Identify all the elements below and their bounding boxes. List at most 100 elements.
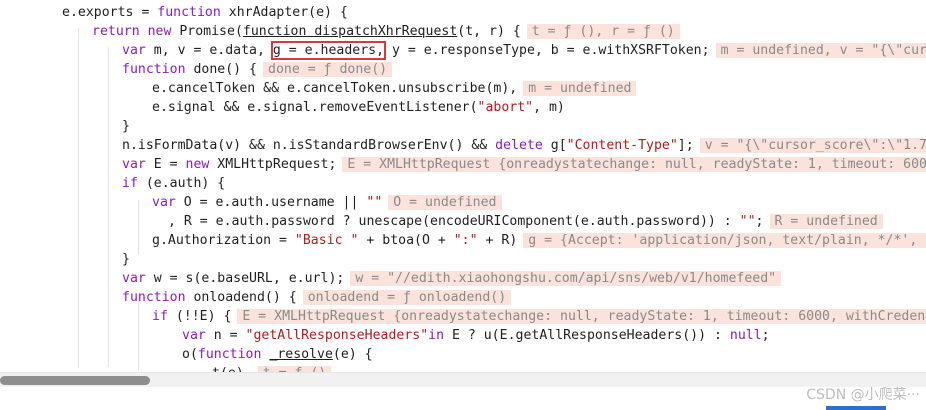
keyword-token: in	[428, 328, 445, 343]
keyword-token: function	[122, 62, 186, 77]
code-token: , m)	[533, 100, 565, 115]
code-token: (t, r) {	[457, 24, 521, 39]
code-line: t(e),t = ƒ ()	[212, 364, 332, 372]
keyword-token: new	[185, 157, 210, 172]
inline-value-annotation[interactable]: m = undefined, v = "{\"cursor_sc	[715, 43, 926, 58]
code-line: g.Authorization = "Basic " + btoa(O + ":…	[152, 231, 926, 250]
code-token: function dispatchXhrRequest	[242, 24, 458, 39]
highlighted-headers-token: g = e.headers,	[270, 41, 387, 60]
string-token: "abort"	[477, 100, 534, 115]
string-token: ""	[739, 214, 756, 229]
code-line: , R = e.auth.password ? unescape(encodeU…	[168, 212, 883, 231]
code-line: var m, v = e.data, g = e.headers, y = e.…	[122, 41, 926, 60]
inline-value-annotation[interactable]: R = undefined	[769, 214, 883, 229]
code-token: e.signal && e.signal.removeEventListener…	[152, 100, 478, 115]
code-token: o(	[182, 347, 198, 362]
keyword-token: var	[122, 271, 146, 286]
code-token: y = e.responseType, b = e.withXSRFToken;	[384, 43, 710, 58]
code-line: }	[122, 250, 130, 269]
keyword-token: function	[157, 5, 221, 20]
code-token: ;	[761, 328, 770, 343]
keyword-token: function	[197, 347, 262, 362]
code-line: e.signal && e.signal.removeEventListener…	[152, 98, 565, 117]
inline-value-annotation[interactable]: E = XMLHttpRequest {onreadystatechange: …	[237, 309, 926, 324]
code-line: function done() { done = ƒ done()	[122, 60, 393, 79]
keyword-token: null	[729, 328, 762, 343]
code-token: n.isFormData(v) && n.isStandardBrowserEn…	[122, 138, 496, 153]
code-line: e.exports = function xhrAdapter(e) {	[62, 3, 348, 22]
code-line: var w = s(e.baseURL, e.url); w = "//edith…	[122, 269, 782, 288]
string-token: ":"	[453, 233, 478, 248]
string-token: "Basic "	[294, 233, 359, 248]
inline-value-annotation[interactable]: m = undefined	[523, 81, 637, 96]
keyword-token: var	[122, 43, 146, 58]
keyword-token: var	[122, 157, 146, 172]
inline-value-annotation[interactable]: onloadend = ƒ onloadend()	[302, 290, 512, 305]
code-token: E ? u(E.getAllResponseHeaders()) :	[444, 328, 730, 343]
code-token: }	[122, 252, 130, 267]
inline-value-annotation[interactable]: done = ƒ done()	[263, 62, 393, 77]
code-line: if (!!E) { E = XMLHttpRequest {onreadysta…	[152, 307, 926, 326]
indent-guide	[78, 28, 79, 368]
indent-guide	[138, 200, 139, 255]
code-token: _resolve	[269, 347, 333, 362]
code-token: (!!E) {	[167, 309, 232, 324]
code-token: g[	[542, 138, 567, 153]
code-token: XMLHttpRequest;	[209, 157, 337, 172]
code-token: xhrAdapter(e) {	[220, 5, 348, 20]
code-line: function onloadend() { onloadend = ƒ onlo…	[122, 288, 512, 307]
bottom-blue-strip	[826, 406, 886, 410]
code-token: onloadend() {	[185, 290, 297, 305]
code-token: }	[122, 119, 130, 134]
code-editor[interactable]: e.exports = function xhrAdapter(e) {retu…	[0, 0, 926, 372]
keyword-token: function	[122, 290, 186, 305]
code-token: + btoa(O +	[358, 233, 454, 248]
inline-value-annotation[interactable]: g = {Accept: 'application/json, text/pla…	[523, 233, 926, 248]
code-token: ;	[755, 214, 764, 229]
code-line: var E = new XMLHttpRequest; E = XMLHttpRe…	[122, 155, 926, 174]
watermark-text: CSDN @小爬菜···	[806, 387, 920, 403]
code-token: w = s(e.baseURL, e.url);	[145, 271, 345, 286]
code-line: var O = e.auth.username || "" O = undefin…	[152, 193, 502, 212]
code-token: O = e.auth.username ||	[175, 195, 367, 210]
code-token: n =	[205, 328, 246, 343]
string-token: "Content-Type"	[566, 138, 678, 153]
keyword-token: new	[147, 24, 172, 39]
code-token: e.exports =	[62, 5, 158, 20]
code-line: if (e.auth) {	[122, 174, 225, 193]
code-token: done() {	[185, 62, 257, 77]
keyword-token: delete	[495, 138, 543, 153]
code-line: return new Promise(function dispatchXhrR…	[92, 22, 680, 41]
keyword-token: var	[182, 328, 206, 343]
inline-value-annotation[interactable]: w = "//edith.xiaohongshu.com/api/sns/web…	[350, 271, 782, 286]
code-line: var n = "getAllResponseHeaders"in E ? u(…	[182, 326, 770, 345]
inline-value-annotation[interactable]: E = XMLHttpRequest {onreadystatechange: …	[342, 157, 926, 172]
keyword-token: if	[152, 309, 168, 324]
code-token: Promise(	[171, 24, 243, 39]
code-line: e.cancelToken && e.cancelToken.unsubscri…	[152, 79, 637, 98]
inline-value-annotation[interactable]: t = ƒ (), r = ƒ ()	[526, 24, 680, 39]
code-token: g.Authorization =	[152, 233, 295, 248]
string-token: ""	[366, 195, 383, 210]
code-token: E =	[145, 157, 186, 172]
keyword-token: var	[152, 195, 176, 210]
bottom-area	[0, 387, 926, 410]
code-line: }	[122, 117, 130, 136]
code-line: n.isFormData(v) && n.isStandardBrowserEn…	[122, 136, 926, 155]
code-token: m, v = e.data,	[145, 43, 273, 58]
inline-value-annotation[interactable]: O = undefined	[388, 195, 502, 210]
code-token: (e) {	[332, 347, 373, 362]
code-token: e.cancelToken && e.cancelToken.unsubscri…	[152, 81, 518, 96]
keyword-token: return	[92, 24, 140, 39]
horizontal-scrollbar[interactable]	[0, 372, 926, 387]
code-token: + R)	[477, 233, 518, 248]
indent-guide	[108, 47, 109, 367]
code-token: ];	[677, 138, 694, 153]
string-token: "getAllResponseHeaders"	[245, 328, 429, 343]
scrollbar-thumb[interactable]	[0, 376, 150, 385]
inline-value-annotation[interactable]: v = "{\"cursor_score\":\"1.7418344	[699, 138, 926, 153]
code-line: o(function _resolve(e) {	[182, 345, 373, 364]
code-token: , R = e.auth.password ? unescape(encodeU…	[168, 214, 740, 229]
code-token: (e.auth) {	[137, 176, 226, 191]
